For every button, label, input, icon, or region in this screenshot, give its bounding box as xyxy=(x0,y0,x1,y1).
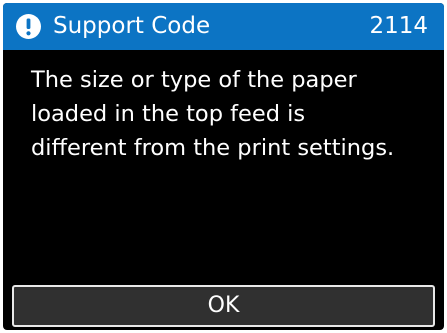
message-line: The size or type of the paper xyxy=(31,67,357,93)
support-code-header: Support Code 2114 xyxy=(3,3,444,50)
printer-lcd-screen: Support Code 2114 The size or type of th… xyxy=(3,3,444,330)
header-title: Support Code xyxy=(53,13,211,39)
message-line: different from the print settings. xyxy=(31,135,395,161)
support-code-number: 2114 xyxy=(369,13,428,39)
message-line: loaded in the top feed is xyxy=(31,101,306,127)
alert-circle-icon xyxy=(16,14,41,39)
ok-button[interactable]: OK xyxy=(12,285,435,327)
error-message: The size or type of the paper loaded in … xyxy=(31,63,436,165)
